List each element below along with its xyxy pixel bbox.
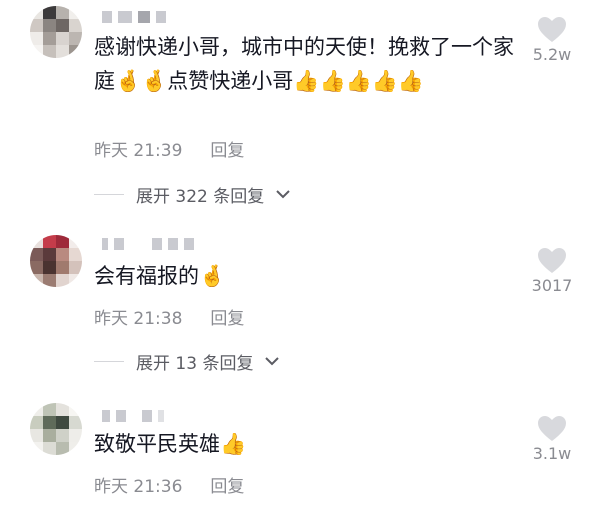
like-count: 5.2w <box>532 45 572 64</box>
comment-item: 会有福报的🤞 昨天 21:38 回复 展开 13 条回复 3017 <box>0 225 600 375</box>
comment-meta: 昨天 21:38 回复 <box>94 304 244 329</box>
like-button[interactable]: 5.2w <box>522 16 582 64</box>
expand-replies-label: 展开 322 条回复 <box>136 187 265 207</box>
avatar[interactable] <box>30 235 82 287</box>
comment-text: 感谢快递小哥，城市中的天使！挽救了一个家庭🤞🤞点赞快递小哥👍👍👍👍👍 <box>94 35 514 93</box>
comment-time: 昨天 21:36 <box>94 477 183 497</box>
like-count: 3.1w <box>532 444 572 463</box>
heart-icon <box>538 248 566 273</box>
divider <box>94 361 124 362</box>
comment-meta: 昨天 21:36 回复 <box>94 472 244 497</box>
comment-time: 昨天 21:38 <box>94 309 183 329</box>
comment-text: 会有福报的🤞 <box>94 264 226 288</box>
expand-replies-label: 展开 13 条回复 <box>136 354 254 374</box>
like-count: 3017 <box>531 276 573 295</box>
comment-meta: 昨天 21:39 回复 <box>94 136 244 161</box>
username[interactable] <box>102 10 166 24</box>
chevron-down-icon <box>265 354 280 370</box>
avatar[interactable] <box>30 6 82 58</box>
like-button[interactable]: 3017 <box>522 247 582 295</box>
divider <box>94 194 124 195</box>
username[interactable] <box>102 237 194 251</box>
reply-button[interactable]: 回复 <box>210 136 244 161</box>
expand-replies-button[interactable]: 展开 13 条回复 <box>94 349 280 374</box>
heart-icon <box>538 17 566 42</box>
comment-item: 致敬平民英雄👍 昨天 21:36 回复 3.1w <box>0 395 600 506</box>
reply-button[interactable]: 回复 <box>210 304 244 329</box>
comment-item: 感谢快递小哥，城市中的天使！挽救了一个家庭🤞🤞点赞快递小哥👍👍👍👍👍 昨天 21… <box>0 0 600 210</box>
like-button[interactable]: 3.1w <box>522 415 582 463</box>
heart-icon <box>538 416 566 441</box>
reply-button[interactable]: 回复 <box>210 472 244 497</box>
comment-text: 致敬平民英雄👍 <box>94 432 247 456</box>
expand-replies-button[interactable]: 展开 322 条回复 <box>94 182 290 207</box>
username[interactable] <box>102 409 164 423</box>
chevron-down-icon <box>276 187 290 203</box>
avatar[interactable] <box>30 403 82 455</box>
comment-time: 昨天 21:39 <box>94 141 183 161</box>
